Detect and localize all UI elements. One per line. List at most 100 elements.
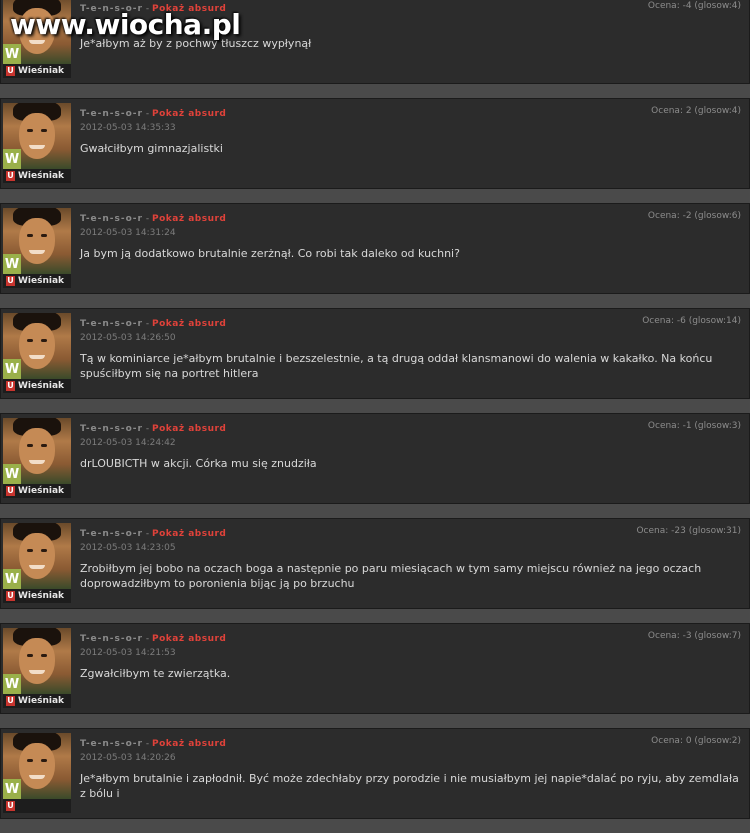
- meta-separator: -: [145, 529, 150, 539]
- report-absurd-link[interactable]: Pokaż absurd: [152, 214, 226, 224]
- comment-text: Gwałciłbym gimnazjalistki: [80, 142, 223, 155]
- comment-rating: Ocena: 0 (glosow:2): [651, 736, 741, 746]
- rank-icon: U: [6, 486, 15, 496]
- avatar-frame: W U Wieśniak: [3, 208, 71, 288]
- report-absurd-link[interactable]: Pokaż absurd: [152, 529, 226, 539]
- wiocha-watermark: www.wiocha.pl: [10, 8, 241, 41]
- rank-icon: U: [6, 171, 15, 181]
- comment-date: 2012-05-03 14:31:24: [80, 228, 176, 238]
- rank-label: Wieśniak: [18, 591, 65, 601]
- comment-meta: T-e-n-s-o-r - Pokaż absurd: [80, 529, 226, 539]
- comment-item: W U Wieśniak T-e-n-s-o-r - Pokaż absurd …: [0, 98, 750, 189]
- author-link[interactable]: T-e-n-s-o-r: [80, 634, 143, 644]
- avatar[interactable]: W: [3, 523, 71, 589]
- comment-item: W U Wieśniak T-e-n-s-o-r - Pokaż absurd …: [0, 623, 750, 714]
- comment-rating: Ocena: 2 (glosow:4): [651, 106, 741, 116]
- rank-badge: U Wieśniak: [3, 379, 71, 393]
- rank-mark-icon: W: [3, 149, 21, 169]
- rank-icon: U: [6, 696, 15, 706]
- comment-rating: Ocena: -6 (glosow:14): [642, 316, 741, 326]
- rank-mark-icon: W: [3, 464, 21, 484]
- rank-icon: U: [6, 591, 15, 601]
- avatar-frame: W U Wieśniak: [3, 418, 71, 498]
- comment-date: 2012-05-03 14:20:26: [80, 753, 176, 763]
- comment-text: Zgwałciłbym te zwierzątka.: [80, 667, 231, 680]
- avatar-frame: W U Wieśniak: [3, 313, 71, 393]
- meta-separator: -: [145, 739, 150, 749]
- comment-meta: T-e-n-s-o-r - Pokaż absurd: [80, 739, 226, 749]
- avatar[interactable]: W: [3, 313, 71, 379]
- comment-rating: Ocena: -3 (glosow:7): [647, 631, 741, 641]
- avatar-frame: W U: [3, 733, 71, 813]
- comment-meta: T-e-n-s-o-r - Pokaż absurd: [80, 634, 226, 644]
- comment-meta: T-e-n-s-o-r - Pokaż absurd: [80, 214, 226, 224]
- comment-rating: Ocena: -4 (glosow:4): [647, 1, 741, 11]
- report-absurd-link[interactable]: Pokaż absurd: [152, 109, 226, 119]
- avatar[interactable]: W: [3, 103, 71, 169]
- rank-badge: U Wieśniak: [3, 64, 71, 78]
- rank-badge: U Wieśniak: [3, 484, 71, 498]
- comment-meta: T-e-n-s-o-r - Pokaż absurd: [80, 319, 226, 329]
- rank-badge: U: [3, 799, 71, 813]
- avatar[interactable]: W: [3, 733, 71, 799]
- rank-mark-icon: W: [3, 44, 21, 64]
- rank-icon: U: [6, 381, 15, 391]
- meta-separator: -: [145, 424, 150, 434]
- avatar-frame: W U Wieśniak: [3, 628, 71, 708]
- comment-text: drLOUBICTH w akcji. Córka mu się znudził…: [80, 457, 317, 470]
- rank-mark-icon: W: [3, 779, 21, 799]
- rank-mark-icon: W: [3, 674, 21, 694]
- rank-label: Wieśniak: [18, 381, 65, 391]
- report-absurd-link[interactable]: Pokaż absurd: [152, 424, 226, 434]
- author-link[interactable]: T-e-n-s-o-r: [80, 739, 143, 749]
- avatar[interactable]: W: [3, 628, 71, 694]
- comment-rating: Ocena: -23 (glosow:31): [636, 526, 741, 536]
- meta-separator: -: [145, 634, 150, 644]
- avatar[interactable]: W: [3, 208, 71, 274]
- comment-date: 2012-05-03 14:21:53: [80, 648, 176, 658]
- rank-badge: U Wieśniak: [3, 694, 71, 708]
- meta-separator: -: [145, 319, 150, 329]
- author-link[interactable]: T-e-n-s-o-r: [80, 214, 143, 224]
- comment-date: 2012-05-03 14:23:05: [80, 543, 176, 553]
- rank-mark-icon: W: [3, 359, 21, 379]
- comment-text: Tą w kominiarce je*ałbym brutalnie i bez…: [80, 352, 713, 380]
- comment-meta: T-e-n-s-o-r - Pokaż absurd: [80, 109, 226, 119]
- comment-date: 2012-05-03 14:26:50: [80, 333, 176, 343]
- comment-rating: Ocena: -2 (glosow:6): [647, 211, 741, 221]
- report-absurd-link[interactable]: Pokaż absurd: [152, 319, 226, 329]
- comment-date: 2012-05-03 14:24:42: [80, 438, 176, 448]
- rank-icon: U: [6, 801, 15, 811]
- rank-badge: U Wieśniak: [3, 589, 71, 603]
- report-absurd-link[interactable]: Pokaż absurd: [152, 739, 226, 749]
- comment-item: W U T-e-n-s-o-r - Pokaż absurd 2012-05-0…: [0, 728, 750, 819]
- author-link[interactable]: T-e-n-s-o-r: [80, 424, 143, 434]
- comment-meta: T-e-n-s-o-r - Pokaż absurd: [80, 424, 226, 434]
- comment-text: Zrobiłbym jej bobo na oczach boga a nast…: [80, 562, 702, 590]
- report-absurd-link[interactable]: Pokaż absurd: [152, 634, 226, 644]
- rank-mark-icon: W: [3, 254, 21, 274]
- rank-label: Wieśniak: [18, 276, 65, 286]
- comment-item: W U Wieśniak T-e-n-s-o-r - Pokaż absurd …: [0, 518, 750, 609]
- meta-separator: -: [145, 109, 150, 119]
- avatar[interactable]: W: [3, 418, 71, 484]
- author-link[interactable]: T-e-n-s-o-r: [80, 109, 143, 119]
- avatar-frame: W U Wieśniak: [3, 103, 71, 183]
- rank-icon: U: [6, 66, 15, 76]
- comment-text: Ja bym ją dodatkowo brutalnie zerżnął. C…: [80, 247, 460, 260]
- comment-item: W U Wieśniak T-e-n-s-o-r - Pokaż absurd …: [0, 413, 750, 504]
- comment-item: W U Wieśniak T-e-n-s-o-r - Pokaż absurd …: [0, 308, 750, 399]
- author-link[interactable]: T-e-n-s-o-r: [80, 319, 143, 329]
- author-link[interactable]: T-e-n-s-o-r: [80, 529, 143, 539]
- comment-rating: Ocena: -1 (glosow:3): [647, 421, 741, 431]
- rank-badge: U Wieśniak: [3, 169, 71, 183]
- comment-text: Je*ałbym brutalnie i zapłodnił. Być może…: [80, 772, 739, 800]
- comment-date: 2012-05-03 14:35:33: [80, 123, 176, 133]
- rank-label: Wieśniak: [18, 171, 65, 181]
- rank-mark-icon: W: [3, 569, 21, 589]
- rank-label: Wieśniak: [18, 66, 65, 76]
- rank-label: Wieśniak: [18, 486, 65, 496]
- rank-icon: U: [6, 276, 15, 286]
- comment-feed: W U Wieśniak T-e-n-s-o-r - Pokaż absurd …: [0, 0, 750, 833]
- rank-label: Wieśniak: [18, 696, 65, 706]
